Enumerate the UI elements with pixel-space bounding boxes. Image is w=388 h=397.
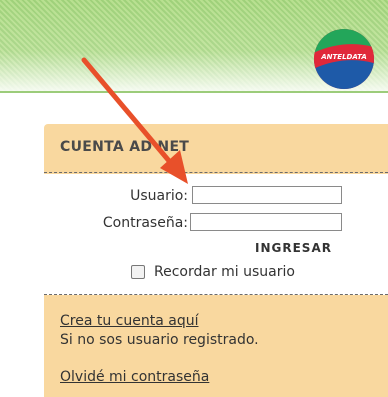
username-label: Usuario: (130, 188, 188, 204)
anteldata-logo[interactable]: ANTELDATA (311, 26, 377, 92)
password-input[interactable] (190, 213, 342, 231)
forgot-password-link[interactable]: Olvidé mi contraseña (60, 369, 209, 385)
create-account-link[interactable]: Crea tu cuenta aquí (60, 313, 198, 329)
panel-title: CUENTA AD NET (60, 139, 190, 155)
remember-me-label: Recordar mi usuario (154, 264, 295, 280)
ingresar-button[interactable]: INGRESAR (255, 241, 332, 255)
divider-top (44, 172, 388, 173)
password-label: Contraseña: (102, 215, 188, 231)
remember-me-checkbox[interactable] (131, 265, 145, 279)
remember-me-row[interactable]: Recordar mi usuario (131, 264, 295, 280)
create-account-note: Si no sos usuario registrado. (60, 332, 259, 348)
logo-text: ANTELDATA (320, 53, 367, 61)
divider-bottom (44, 294, 388, 295)
username-input[interactable] (192, 186, 342, 204)
